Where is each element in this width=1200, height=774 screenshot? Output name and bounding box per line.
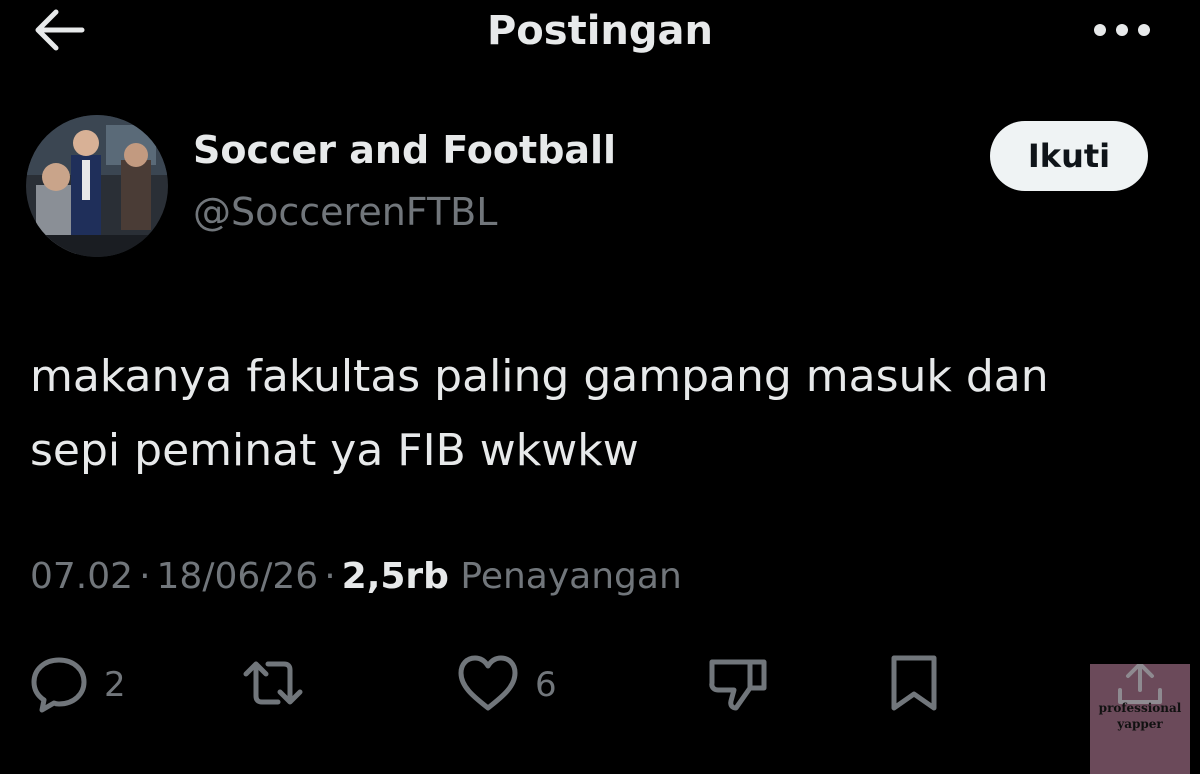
- tweet-time[interactable]: 07.02: [30, 556, 133, 597]
- like-icon: [455, 652, 521, 718]
- views-count: 2,5rb: [341, 556, 449, 597]
- retweet-icon: [238, 652, 308, 718]
- bookmark-button[interactable]: [884, 652, 944, 718]
- like-button[interactable]: 6: [455, 652, 557, 718]
- more-horizontal-icon: [1092, 22, 1152, 41]
- arrow-left-icon: [34, 8, 86, 56]
- reply-icon: [28, 652, 90, 718]
- tweet-text-line: makanya fakultas paling gampang masuk da…: [30, 351, 1049, 402]
- meta-separator: ·: [139, 556, 151, 597]
- tweet-meta: 07.02 · 18/06/26 · 2,5rb Penayangan: [30, 556, 682, 597]
- dislike-icon: [706, 652, 770, 718]
- tweet-date[interactable]: 18/06/26: [157, 556, 319, 597]
- like-count: 6: [535, 665, 557, 705]
- tweet-text-line: sepi peminat ya FIB wkwkw: [30, 425, 639, 476]
- bookmark-icon: [884, 652, 944, 718]
- back-button[interactable]: [28, 4, 92, 60]
- reply-count: 2: [104, 665, 126, 705]
- dislike-button[interactable]: [706, 652, 770, 718]
- retweet-button[interactable]: [238, 652, 308, 718]
- follow-button[interactable]: Ikuti: [990, 121, 1148, 191]
- reply-button[interactable]: 2: [28, 652, 126, 718]
- watermark-text: professional yapper: [1090, 700, 1190, 732]
- views-label: Penayangan: [460, 556, 682, 597]
- watermark-line: professional: [1098, 701, 1182, 715]
- page-title: Postingan: [486, 8, 713, 54]
- avatar[interactable]: [26, 115, 168, 257]
- watermark: professional yapper: [1090, 664, 1190, 774]
- tweet-text: makanya fakultas paling gampang masuk da…: [30, 340, 1170, 488]
- watermark-line: yapper: [1117, 717, 1163, 731]
- meta-separator: ·: [324, 556, 336, 597]
- author-name[interactable]: Soccer and Football: [193, 128, 616, 172]
- more-options-button[interactable]: [1080, 6, 1164, 56]
- author-handle[interactable]: @SoccerenFTBL: [193, 190, 497, 234]
